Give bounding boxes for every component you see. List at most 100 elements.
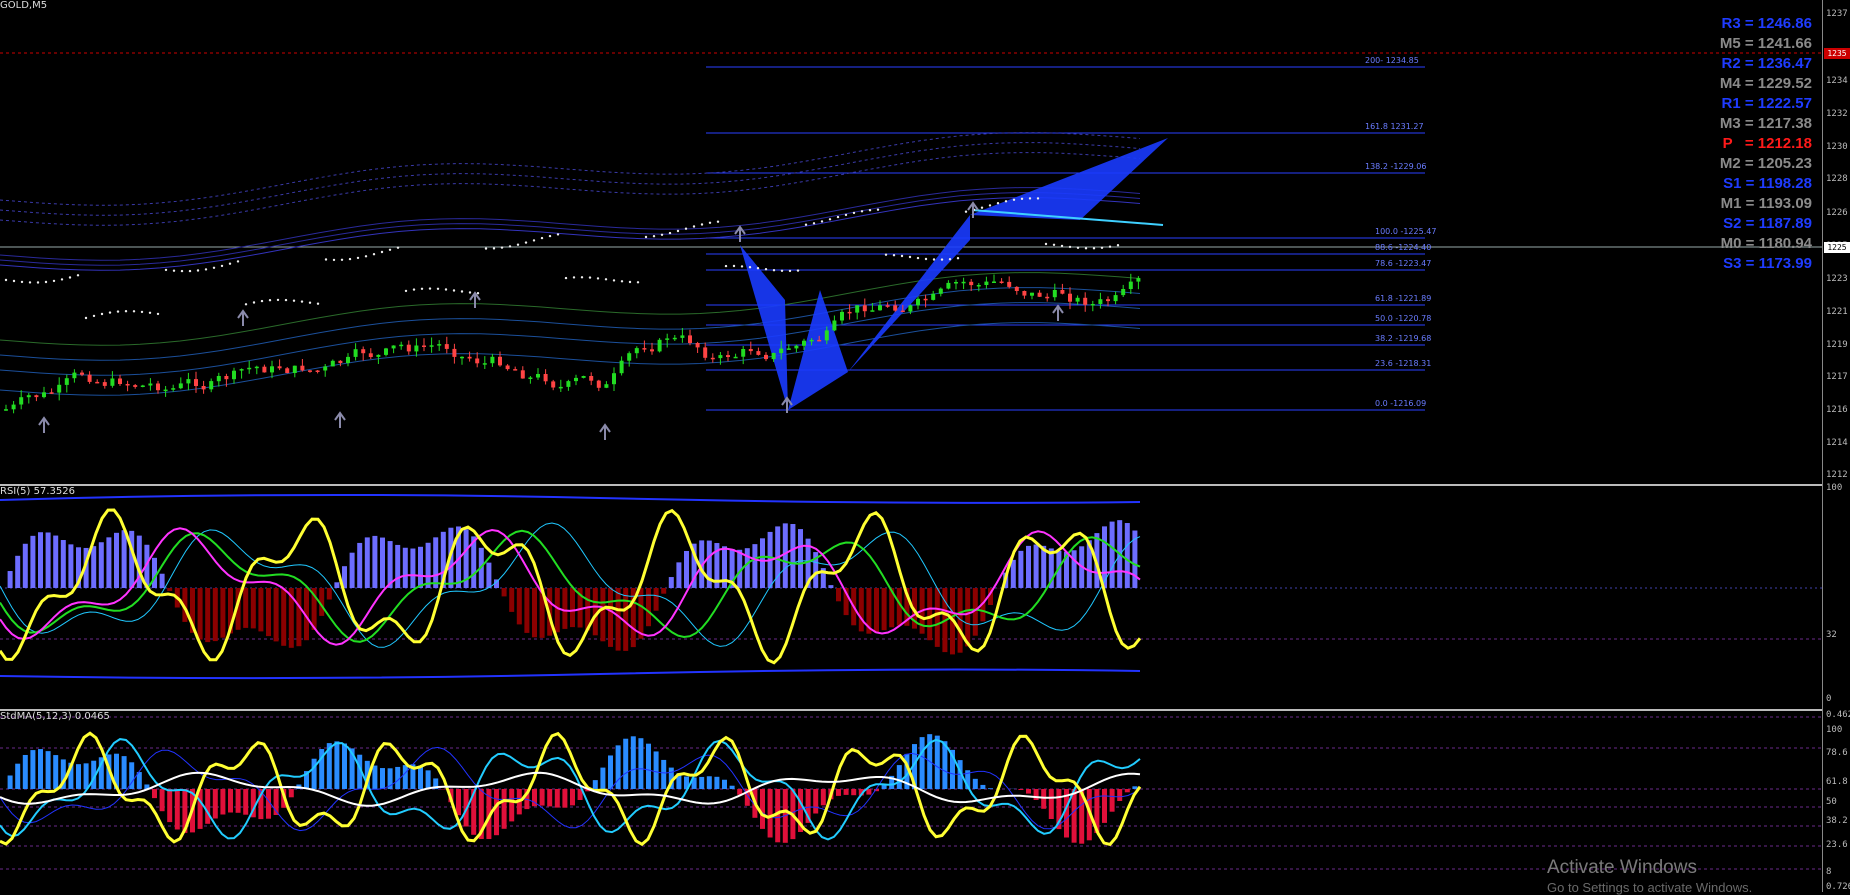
- stdma-histogram-bar: [175, 789, 180, 830]
- rsi-indicator-pane[interactable]: RSI(5) 57.3526: [0, 484, 1822, 708]
- psar-dot: [1101, 247, 1103, 249]
- psar-dot: [181, 270, 183, 272]
- fib-level-label: 38.2 -1219.68: [1375, 334, 1431, 343]
- stdma-histogram-bar: [813, 789, 818, 814]
- rsi-histogram-bar: [927, 588, 932, 640]
- price-axis-label: 1221: [1826, 307, 1848, 317]
- stdma-histogram-bar: [570, 789, 575, 805]
- rsi-histogram-bar: [68, 544, 73, 588]
- psar-dot: [1029, 197, 1031, 199]
- psar-dot: [1061, 245, 1063, 247]
- candle-body: [80, 373, 84, 375]
- price-axis-label: 1237: [1826, 9, 1848, 19]
- candle-body: [270, 366, 274, 372]
- psar-dot: [301, 300, 303, 302]
- stdma-histogram-bar: [973, 779, 978, 789]
- psar-dot: [173, 270, 175, 272]
- candle-body: [475, 359, 479, 364]
- stdma-histogram-bar: [836, 789, 841, 796]
- pivot-level-label: R3 = 1246.86: [1682, 14, 1812, 34]
- psar-dot: [1037, 197, 1039, 199]
- candle-body: [635, 348, 639, 353]
- rsi-histogram-bar: [965, 588, 970, 646]
- rsi-histogram-bar: [122, 530, 127, 588]
- psar-dot: [165, 269, 167, 271]
- price-axis-label: 1226: [1826, 208, 1848, 218]
- candle-body: [825, 330, 829, 340]
- psar-dot: [765, 268, 767, 270]
- candle-body: [468, 357, 472, 359]
- rsi-histogram-bar: [600, 588, 605, 641]
- stdma-histogram-bar: [851, 789, 856, 795]
- rsi-histogram-bar: [106, 537, 111, 588]
- price-axis-label: 1214: [1826, 438, 1848, 448]
- stdma-axis-label: 38.2: [1826, 816, 1848, 826]
- rsi-indicator-canvas[interactable]: [0, 486, 1822, 708]
- psar-dot: [661, 234, 663, 236]
- candle-body: [232, 371, 236, 380]
- rsi-histogram-bar: [684, 551, 689, 588]
- psar-dot: [893, 254, 895, 256]
- candle-body: [308, 370, 312, 372]
- rsi-histogram-bar: [935, 588, 940, 647]
- psar-dot: [469, 291, 471, 293]
- stdma-histogram-bar: [714, 777, 719, 789]
- candle-body: [703, 347, 707, 357]
- rsi-histogram-bar: [426, 543, 431, 588]
- ma-band: [0, 288, 1140, 361]
- rsi-histogram-bar: [836, 588, 841, 601]
- candle-body: [817, 340, 821, 342]
- candle-body: [224, 376, 228, 379]
- candle-body: [984, 282, 988, 285]
- psar-dot: [997, 202, 999, 204]
- psar-dot: [925, 258, 927, 260]
- psar-dot: [293, 300, 295, 302]
- stdma-histogram-bar: [228, 789, 233, 813]
- fib-level-label: 78.6 -1223.47: [1375, 259, 1431, 268]
- stdma-histogram-bar: [730, 786, 735, 789]
- psar-dot: [109, 311, 111, 313]
- candle-body: [460, 357, 464, 359]
- stdma-histogram-bar: [509, 789, 514, 821]
- rsi-histogram-bar: [654, 588, 659, 611]
- price-chart-canvas[interactable]: [0, 0, 1822, 480]
- rsi-histogram-bar: [99, 542, 104, 588]
- candle-body: [749, 349, 753, 351]
- psar-dot: [421, 288, 423, 290]
- candle-body: [4, 409, 8, 411]
- rsi-histogram-bar: [570, 588, 575, 627]
- psar-dot: [509, 245, 511, 247]
- candle-body: [103, 382, 107, 386]
- stdma-histogram-bar: [167, 789, 172, 822]
- candle-body: [247, 368, 251, 370]
- candle-body: [323, 366, 327, 370]
- psar-dot: [277, 299, 279, 301]
- price-axis[interactable]: 1237123412321230122812261225122312211219…: [1822, 0, 1850, 892]
- stdma-histogram-bar: [418, 766, 423, 789]
- psar-dot: [477, 292, 479, 294]
- stdma-histogram-bar: [456, 789, 461, 815]
- psar-dot: [437, 288, 439, 290]
- candle-body: [1098, 299, 1102, 304]
- candle-body: [863, 305, 867, 311]
- rsi-histogram-bar: [555, 588, 560, 632]
- stdma-histogram-bar: [220, 789, 225, 815]
- psar-dot: [45, 281, 47, 283]
- psar-dot: [53, 280, 55, 282]
- psar-dot: [877, 209, 879, 211]
- candle-body: [1045, 297, 1049, 299]
- rsi-histogram-bar: [8, 571, 13, 588]
- psar-dot: [1005, 200, 1007, 202]
- psar-dot: [205, 268, 207, 270]
- price-chart-pane[interactable]: GOLD,M5 200- 1234.85161.8 1231.27138.2 -…: [0, 0, 1822, 480]
- psar-dot: [341, 259, 343, 261]
- rsi-histogram-bar: [38, 532, 43, 588]
- price-axis-label: 1223: [1826, 274, 1848, 284]
- candle-body: [954, 282, 958, 284]
- psar-dot: [197, 269, 199, 271]
- psar-dot: [485, 247, 487, 249]
- psar-dot: [797, 269, 799, 271]
- candle-body: [148, 384, 152, 386]
- psar-dot: [21, 281, 23, 283]
- psar-dot: [13, 280, 15, 282]
